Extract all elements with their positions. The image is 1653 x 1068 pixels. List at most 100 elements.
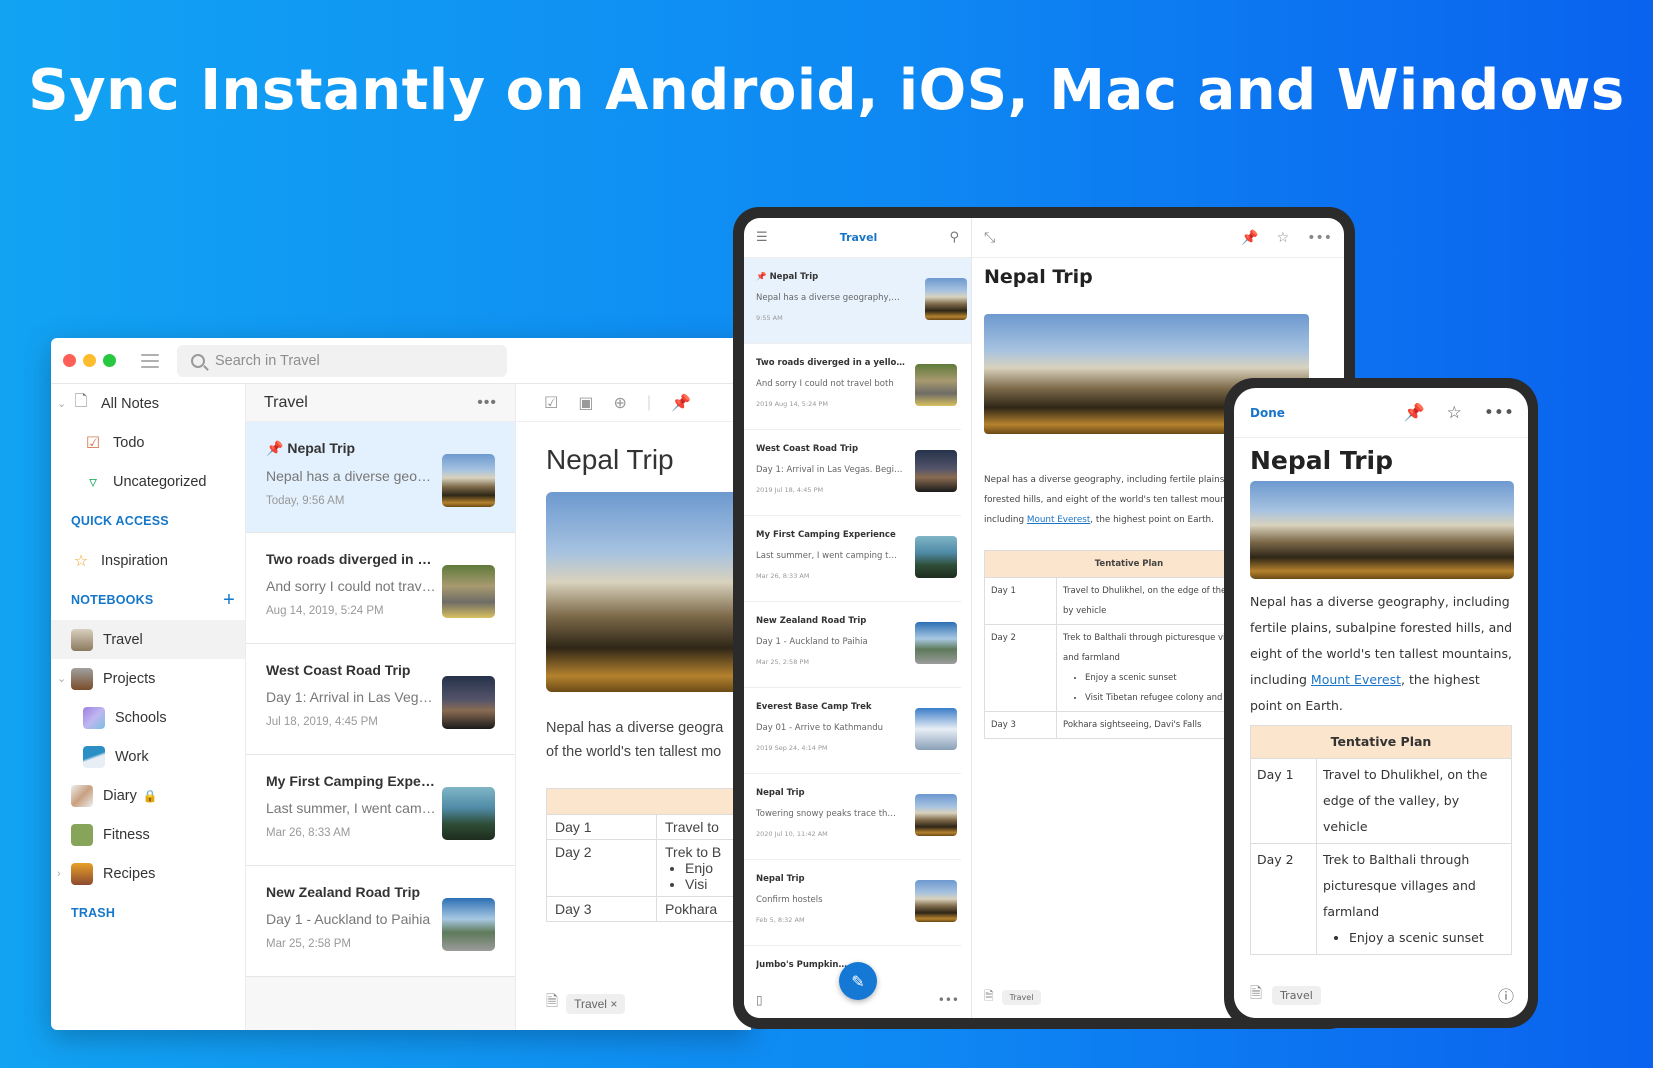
section-label: TRASH [71, 906, 116, 920]
mount-everest-link[interactable]: Mount Everest [1311, 672, 1401, 687]
note-body[interactable]: Nepal has a diverse geography, including… [1250, 589, 1515, 719]
sidebar-item-schools[interactable]: Schools [51, 698, 245, 737]
toolbar-divider: | [646, 393, 652, 411]
note-title: New Zealand Road Trip [266, 884, 421, 900]
note-preview: Day 01 - Arrive to Kathmandu [756, 723, 883, 733]
note-item[interactable]: Nepal Trip Towering snowy peaks trace th… [744, 774, 961, 860]
pin-icon[interactable]: 📌 [1241, 230, 1258, 246]
note-item[interactable]: New Zealand Road Trip Day 1 - Auckland t… [744, 602, 961, 688]
chevron-down-icon[interactable]: ⌄ [57, 672, 66, 685]
lock-icon: 🔒 [142, 788, 158, 803]
note-title[interactable]: Nepal Trip [1250, 446, 1528, 475]
plan-table: Tentative Plan Day 1 Travel to Dhulikhel,… [1250, 725, 1512, 955]
tag-chip[interactable]: Travel [1001, 990, 1042, 1005]
note-image [546, 492, 746, 692]
note-item[interactable]: New Zealand Road Trip Day 1 - Auckland t… [246, 866, 515, 977]
remove-tag-icon[interactable]: × [610, 997, 617, 1011]
notebook-icon[interactable]: ▯ [756, 993, 763, 1007]
editor-toolbar: ☑ ▣ ⊕ | 📌 [516, 384, 751, 422]
sidebar-item-work[interactable]: Work [51, 737, 245, 776]
note-editor: ☑ ▣ ⊕ | 📌 Nepal Trip Nepal has a diverse… [516, 384, 751, 1030]
add-notebook-button[interactable]: + [223, 589, 235, 612]
table-cell: Day 1 [1250, 758, 1317, 844]
checkbox-icon: ☑ [85, 434, 101, 452]
sidebar-label: Schools [115, 709, 167, 726]
sidebar-item-projects[interactable]: ⌄ Projects [51, 659, 245, 698]
sidebar-item-inspiration[interactable]: ☆ Inspiration [51, 541, 245, 580]
search-icon[interactable]: ⚲ [949, 230, 959, 245]
note-item[interactable]: Everest Base Camp Trek Day 01 - Arrive t… [744, 688, 961, 774]
note-thumbnail [442, 565, 495, 618]
note-title[interactable]: Nepal Trip [984, 266, 1344, 288]
done-button[interactable]: Done [1250, 406, 1285, 420]
table-cell: Day 2 [984, 624, 1057, 712]
note-title: Nepal Trip [287, 440, 356, 456]
info-icon[interactable]: ⓘ [1498, 983, 1514, 1007]
image-icon[interactable]: ▣ [578, 393, 593, 413]
note-thumbnail [915, 794, 957, 836]
checklist-icon[interactable]: ☑ [544, 393, 558, 413]
add-icon[interactable]: ⊕ [613, 393, 626, 413]
tag-chip[interactable]: Travel × [566, 993, 626, 1014]
add-tag-icon[interactable]: 🗎 [1250, 983, 1262, 1008]
note-item[interactable]: My First Camping Experience Last summer,… [744, 516, 961, 602]
sidebar-label: Inspiration [101, 552, 168, 569]
star-icon[interactable]: ☆ [1277, 230, 1290, 246]
sidebar-item-diary[interactable]: Diary 🔒 [51, 776, 245, 815]
cell-text: Trek to Balthali through picturesque vil… [1323, 852, 1476, 919]
note-title[interactable]: Nepal Trip [546, 444, 751, 476]
sidebar-item-todo[interactable]: ☑ Todo [51, 423, 245, 462]
star-icon[interactable]: ☆ [1447, 403, 1462, 423]
pin-icon[interactable]: 📌 [671, 393, 691, 413]
tag-chip[interactable]: Travel [1272, 985, 1321, 1005]
sidebar-item-recipes[interactable]: › Recipes [51, 854, 245, 893]
note-thumbnail [915, 880, 957, 922]
add-tag-icon[interactable]: 🗎 [984, 987, 994, 1008]
minimize-window-button[interactable] [83, 354, 96, 367]
chevron-down-icon[interactable]: ⌄ [57, 397, 66, 410]
note-item[interactable]: West Coast Road Trip Day 1: Arrival in L… [744, 430, 961, 516]
more-icon[interactable]: ••• [1307, 230, 1332, 246]
menu-icon[interactable]: ☰ [756, 230, 768, 245]
plan-table: Day 1Travel to Day 2 Trek to B EnjoVisi … [546, 788, 751, 922]
sidebar-item-uncategorized[interactable]: ▿ Uncategorized [51, 462, 245, 501]
table-cell: Travel to Dhulikhel, on the edge of the … [1316, 758, 1512, 844]
section-label: NOTEBOOKS [71, 593, 154, 607]
expand-icon[interactable]: ⤡ [984, 230, 995, 246]
note-thumbnail [915, 450, 957, 492]
more-icon[interactable]: ••• [477, 394, 497, 412]
note-preview: And sorry I could not travel both [756, 379, 894, 389]
sidebar: ⌄ 🗋 All Notes ☑ Todo ▿ Uncategorized QUI… [51, 384, 246, 1030]
new-note-button[interactable]: ✎ [839, 962, 877, 1000]
table-row: Day 1 Travel to Dhulikhel, on the edge of… [1250, 758, 1512, 844]
editor-footer: 🗎 Travel × [546, 991, 626, 1016]
more-icon[interactable]: ••• [1484, 403, 1514, 423]
more-icon[interactable]: ••• [938, 993, 959, 1007]
pencil-icon: ✎ [851, 971, 865, 991]
note-item[interactable]: Nepal Trip Confirm hostels Feb 5, 8:32 A… [744, 860, 961, 946]
note-item[interactable]: Two roads diverged in a … And sorry I co… [246, 533, 515, 644]
close-window-button[interactable] [63, 354, 76, 367]
note-item[interactable]: Two roads diverged in a yello… And sorry… [744, 344, 961, 430]
add-tag-icon[interactable]: 🗎 [546, 991, 558, 1016]
mount-everest-link[interactable]: Mount Everest [1027, 515, 1090, 525]
search-input[interactable]: Search in Travel [177, 344, 507, 377]
table-cell: Day 2 [1250, 843, 1317, 955]
table-cell: Day 3 [546, 896, 657, 922]
note-item[interactable]: 📌 Nepal Trip Nepal has a diverse geo… To… [246, 422, 515, 533]
maximize-window-button[interactable] [103, 354, 116, 367]
sidebar-item-all-notes[interactable]: ⌄ 🗋 All Notes [51, 384, 245, 423]
note-item[interactable]: 📌 Nepal Trip Nepal has a diverse geograp… [744, 258, 971, 344]
sidebar-label: Todo [113, 434, 145, 451]
sidebar-item-trash[interactable]: TRASH [51, 893, 245, 933]
sidebar-item-fitness[interactable]: Fitness [51, 815, 245, 854]
pin-icon[interactable]: 📌 [1403, 403, 1424, 423]
chevron-right-icon[interactable]: › [57, 868, 61, 880]
note-body[interactable]: Nepal has a diverse geogra of the world'… [546, 716, 751, 764]
menu-icon[interactable] [141, 353, 159, 368]
note-item[interactable]: West Coast Road Trip Day 1: Arrival in L… [246, 644, 515, 755]
tablet-list-header: ☰ Travel ⚲ [744, 218, 971, 258]
table-row: Day 2 Trek to B EnjoVisi [546, 839, 751, 897]
note-item[interactable]: My First Camping Experi… Last summer, I … [246, 755, 515, 866]
sidebar-item-travel[interactable]: Travel [51, 620, 245, 659]
